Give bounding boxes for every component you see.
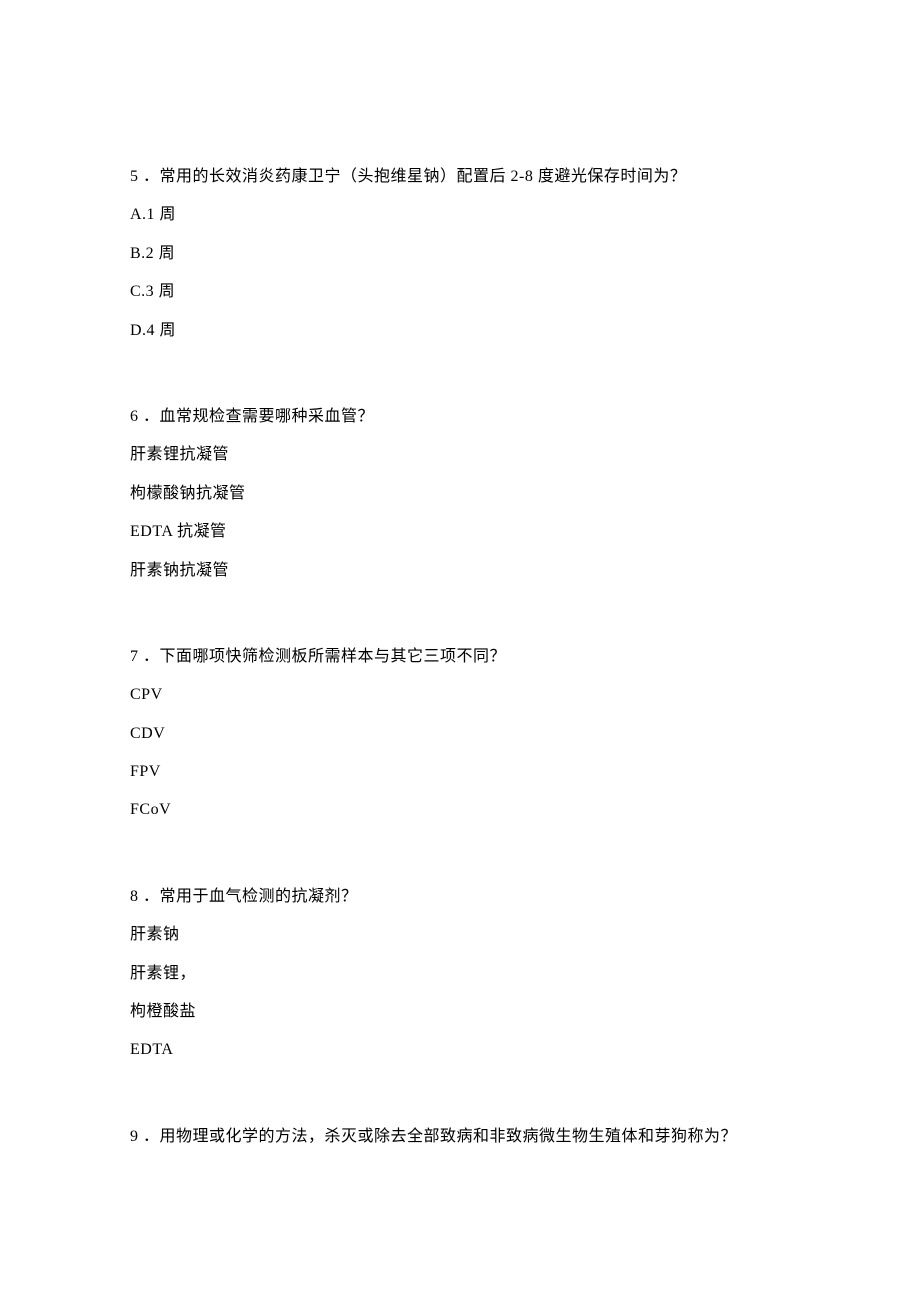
question-option: EDTA 抗凝管 [130, 513, 790, 551]
question-block: 5 ．常用的长效消炎药康卫宁（头抱维星钠）配置后 2-8 度避光保存时间为？ A… [130, 158, 790, 350]
question-block: 7 ．下面哪项快筛检测板所需样本与其它三项不同？ CPV CDV FPV FCo… [130, 638, 790, 830]
question-text: ．下面哪项快筛检测板所需样本与其它三项不同？ [143, 648, 506, 665]
question-option: EDTA [130, 1031, 790, 1069]
document-page: 5 ．常用的长效消炎药康卫宁（头抱维星钠）配置后 2-8 度避光保存时间为？ A… [0, 0, 920, 1156]
question-text: ．常用的长效消炎药康卫宁（头抱维星钠）配置后 2-8 度避光保存时间为？ [143, 168, 686, 185]
question-stem: 9 ．用物理或化学的方法，杀灭或除去全部致病和非致病微生物生殖体和芽狗称为？ [130, 1118, 790, 1156]
question-block: 6 ．血常规检查需要哪种采血管？ 肝素锂抗凝管 枸檬酸钠抗凝管 EDTA 抗凝管… [130, 398, 790, 590]
question-option: A.1 周 [130, 196, 790, 234]
question-stem: 5 ．常用的长效消炎药康卫宁（头抱维星钠）配置后 2-8 度避光保存时间为？ [130, 158, 790, 196]
question-option: FPV [130, 753, 790, 791]
question-block: 8 ．常用于血气检测的抗凝剂？ 肝素钠 肝素锂， 枸橙酸盐 EDTA [130, 878, 790, 1070]
question-option: 枸橙酸盐 [130, 993, 790, 1031]
question-stem: 6 ．血常规检查需要哪种采血管？ [130, 398, 790, 436]
question-option: 枸檬酸钠抗凝管 [130, 475, 790, 513]
question-option: 肝素钠 [130, 916, 790, 954]
question-option: FCoV [130, 791, 790, 829]
question-number: 9 [130, 1128, 139, 1145]
question-number: 6 [130, 408, 139, 425]
question-stem: 7 ．下面哪项快筛检测板所需样本与其它三项不同？ [130, 638, 790, 676]
question-text: ．用物理或化学的方法，杀灭或除去全部致病和非致病微生物生殖体和芽狗称为？ [143, 1128, 737, 1145]
question-text: ．血常规检查需要哪种采血管？ [143, 408, 374, 425]
question-number: 8 [130, 888, 139, 905]
question-number: 5 [130, 168, 139, 185]
question-option: CDV [130, 715, 790, 753]
question-option: 肝素锂， [130, 955, 790, 993]
question-text: ．常用于血气检测的抗凝剂？ [143, 888, 358, 905]
question-option: CPV [130, 676, 790, 714]
question-block: 9 ．用物理或化学的方法，杀灭或除去全部致病和非致病微生物生殖体和芽狗称为？ [130, 1118, 790, 1156]
question-option: B.2 周 [130, 235, 790, 273]
question-option: D.4 周 [130, 312, 790, 350]
question-stem: 8 ．常用于血气检测的抗凝剂？ [130, 878, 790, 916]
question-option: C.3 周 [130, 273, 790, 311]
question-number: 7 [130, 648, 139, 665]
question-option: 肝素锂抗凝管 [130, 436, 790, 474]
question-option: 肝素钠抗凝管 [130, 552, 790, 590]
